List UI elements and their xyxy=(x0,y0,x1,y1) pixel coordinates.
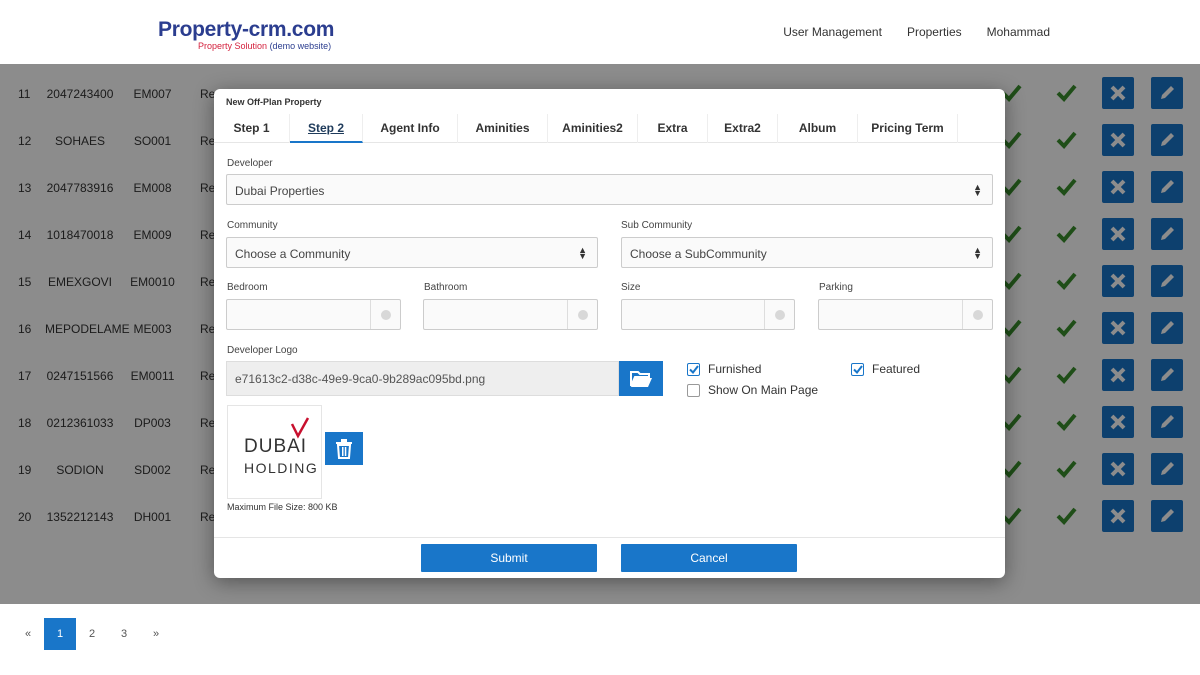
spinner-knob[interactable] xyxy=(962,300,992,329)
select-arrows-icon: ▲ ▼ xyxy=(578,245,587,261)
featured-checkbox[interactable]: Featured xyxy=(851,362,920,376)
developer-label: Developer xyxy=(227,158,273,169)
spinner-knob[interactable] xyxy=(567,300,597,329)
parking-label: Parking xyxy=(819,282,853,293)
pager-page-1[interactable]: 1 xyxy=(44,618,76,650)
subcommunity-value: Choose a SubCommunity xyxy=(630,247,767,261)
modal-footer-divider xyxy=(214,537,1005,538)
select-arrows-icon: ▲ ▼ xyxy=(973,245,982,261)
new-property-modal: New Off-Plan Property Step 1 Step 2 Agen… xyxy=(214,89,1005,578)
top-header: Property-crm.com Property Solution (demo… xyxy=(0,0,1200,64)
tab-pricing-term[interactable]: Pricing Term xyxy=(858,114,958,143)
logo-text: Property-crm.com xyxy=(158,18,335,41)
bedroom-input[interactable] xyxy=(226,299,401,330)
cancel-button[interactable]: Cancel xyxy=(621,544,797,572)
featured-label: Featured xyxy=(872,362,921,376)
browse-folder-button[interactable] xyxy=(619,361,663,396)
preview-line1: DUBAI xyxy=(244,436,308,457)
community-value: Choose a Community xyxy=(235,247,351,261)
developer-value: Dubai Properties xyxy=(235,184,325,198)
tab-step-2[interactable]: Step 2 xyxy=(290,114,363,143)
tab-extra[interactable]: Extra xyxy=(638,114,708,143)
size-input[interactable] xyxy=(621,299,795,330)
main-page-label: Show On Main Page xyxy=(708,383,819,397)
subcommunity-label: Sub Community xyxy=(621,220,693,231)
pager-page-2[interactable]: 2 xyxy=(76,618,108,650)
site-logo[interactable]: Property-crm.com Property Solution (demo… xyxy=(158,18,334,51)
tab-aminities2[interactable]: Aminities2 xyxy=(548,114,638,143)
bedroom-label: Bedroom xyxy=(227,282,268,293)
pager-page-3[interactable]: 3 xyxy=(108,618,140,650)
tab-aminities[interactable]: Aminities xyxy=(458,114,548,143)
folder-open-icon xyxy=(630,370,652,387)
pagination: « 1 2 3 » xyxy=(12,618,172,650)
logo-sub-1: Property Solution xyxy=(198,41,268,51)
furnished-label: Furnished xyxy=(708,362,762,376)
bathroom-label: Bathroom xyxy=(424,282,468,293)
logo-sub-2: (demo website) xyxy=(269,41,332,51)
modal-tabs: Step 1 Step 2 Agent Info Aminities Amini… xyxy=(214,114,1005,143)
community-label: Community xyxy=(227,220,278,231)
select-arrows-icon: ▲ ▼ xyxy=(973,182,982,198)
logo-label: Developer Logo xyxy=(227,345,298,356)
furnished-checkbox[interactable]: Furnished xyxy=(687,362,761,376)
tab-album[interactable]: Album xyxy=(778,114,858,143)
pager-prev[interactable]: « xyxy=(12,618,44,650)
nav-user[interactable]: Mohammad xyxy=(987,25,1050,39)
submit-button[interactable]: Submit xyxy=(421,544,597,572)
developer-select[interactable]: Dubai Properties ▲ ▼ xyxy=(226,174,993,205)
tab-agent-info[interactable]: Agent Info xyxy=(363,114,458,143)
main-page-checkbox[interactable]: Show On Main Page xyxy=(687,383,818,397)
trash-icon xyxy=(336,438,352,459)
parking-input[interactable] xyxy=(818,299,993,330)
nav-properties[interactable]: Properties xyxy=(907,25,962,39)
delete-logo-button[interactable] xyxy=(325,432,363,465)
tab-step-1[interactable]: Step 1 xyxy=(214,114,290,143)
pager-next[interactable]: » xyxy=(140,618,172,650)
size-label: Size xyxy=(621,282,641,293)
nav-user-management[interactable]: User Management xyxy=(783,25,882,39)
developer-logo-preview: DUBAI HOLDING xyxy=(227,405,322,499)
logo-subtitle: Property Solution (demo website) xyxy=(198,41,334,51)
spinner-knob[interactable] xyxy=(764,300,794,329)
community-select[interactable]: Choose a Community ▲ ▼ xyxy=(226,237,598,268)
max-file-size-note: Maximum File Size: 800 KB xyxy=(227,502,338,512)
checkbox-unchecked-icon xyxy=(687,383,700,397)
logo-file-input[interactable]: e71613c2-d38c-49e9-9ca0-9b289ac095bd.png xyxy=(226,361,619,396)
bathroom-input[interactable] xyxy=(423,299,598,330)
tab-extra2[interactable]: Extra2 xyxy=(708,114,778,143)
checkbox-checked-icon xyxy=(851,362,864,376)
checkbox-checked-icon xyxy=(687,362,700,376)
preview-line2: HOLDING xyxy=(244,460,319,476)
modal-title: New Off-Plan Property xyxy=(226,97,322,107)
main-nav: User Management Properties Mohammad xyxy=(783,25,1050,39)
subcommunity-select[interactable]: Choose a SubCommunity ▲ ▼ xyxy=(621,237,993,268)
spinner-knob[interactable] xyxy=(370,300,400,329)
